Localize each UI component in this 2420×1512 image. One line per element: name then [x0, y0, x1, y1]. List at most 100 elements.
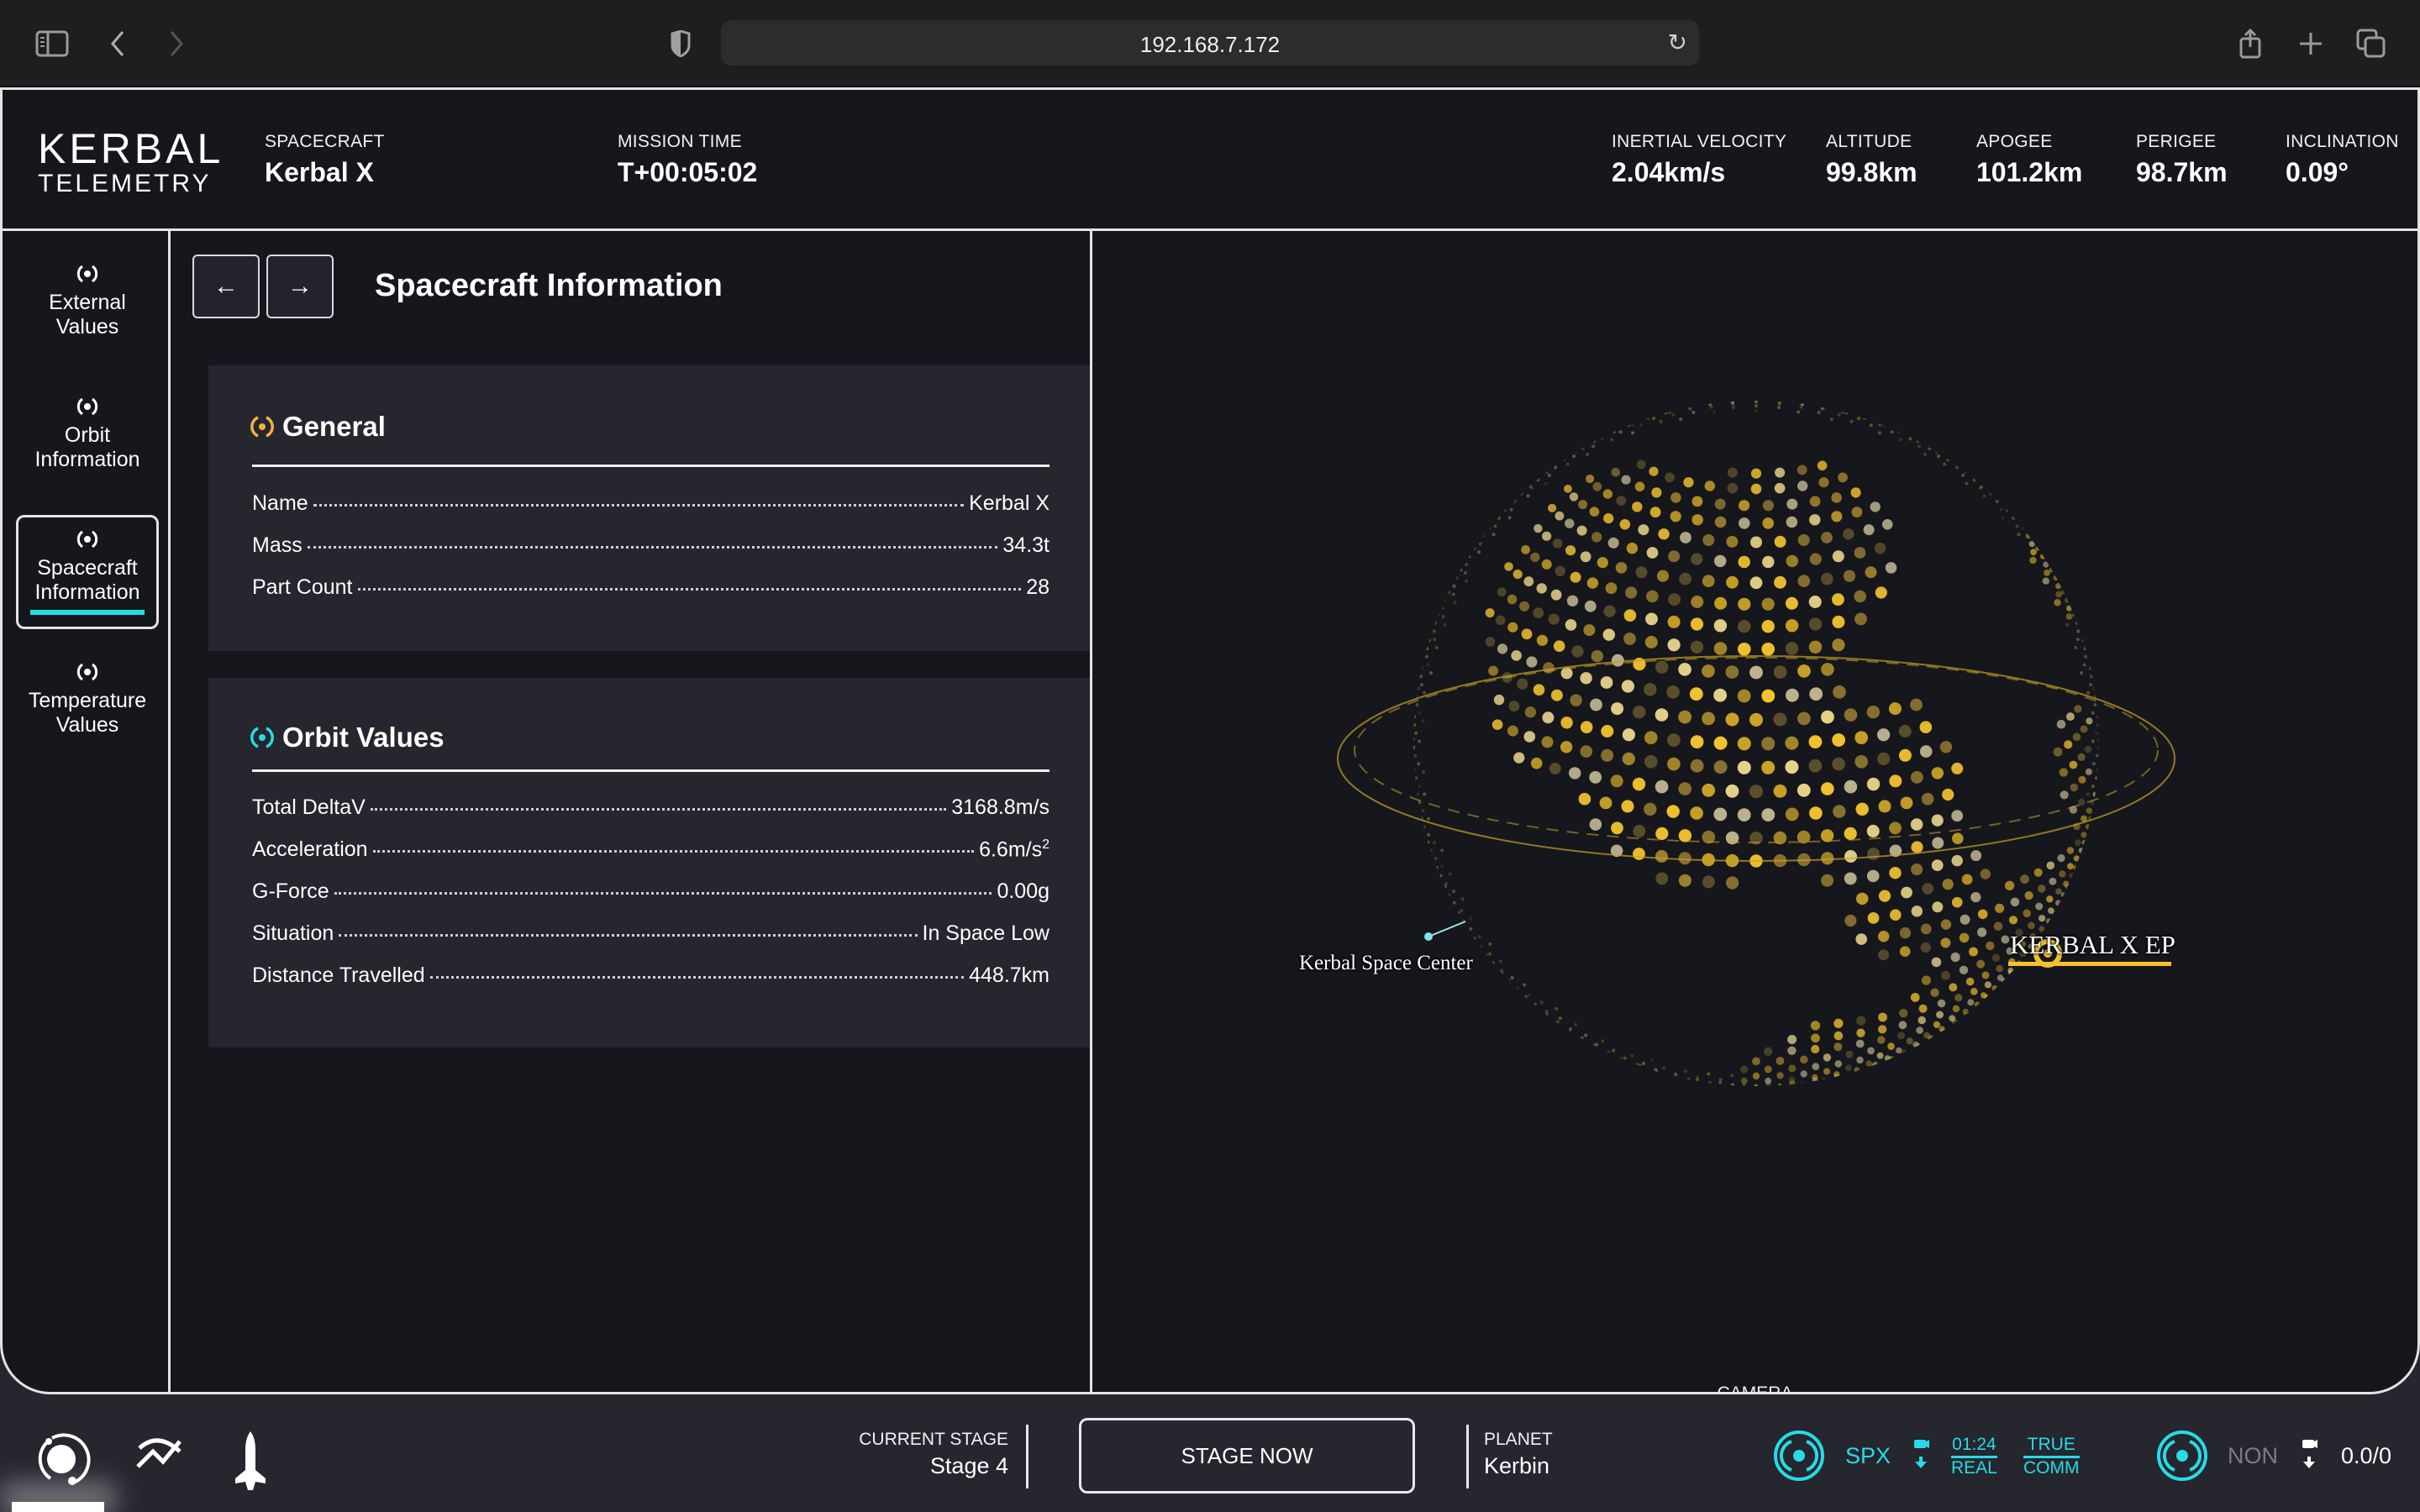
globe-dot — [1434, 866, 1439, 869]
chart-icon[interactable] — [133, 1430, 192, 1488]
tabs-overview-icon[interactable] — [2354, 27, 2388, 60]
globe-dot — [2024, 891, 2033, 900]
comm-mode-value: TRUE — [2023, 1435, 2080, 1458]
globe-dot — [2081, 832, 2087, 838]
globe-dots — [1413, 401, 2099, 1086]
globe-dot — [1857, 417, 1860, 421]
logo-line1: KERBAL — [38, 125, 224, 172]
globe-dot — [1910, 771, 1923, 784]
globe-dot — [1566, 595, 1579, 606]
globe-dot — [1949, 1015, 1956, 1022]
globe-dot — [2073, 865, 2079, 870]
globe-dot — [1854, 755, 1868, 769]
time-warp[interactable]: 01:24 REAL — [1951, 1435, 1997, 1478]
globe-dot — [1876, 1052, 1884, 1059]
globe-dot — [1415, 792, 1419, 796]
sidebar-item-external-values[interactable]: External Values — [16, 249, 159, 364]
globe-dot — [1586, 452, 1590, 456]
globe-dot — [1731, 406, 1735, 410]
globe-dot — [1419, 666, 1423, 670]
time-warp-mode: REAL — [1951, 1458, 1997, 1478]
globe-dot — [1713, 619, 1728, 633]
share-icon[interactable] — [2233, 27, 2267, 60]
globe-dot — [1417, 762, 1421, 766]
globe-dot — [1644, 802, 1657, 816]
sidebar-item-spacecraft-information[interactable]: Spacecraft Information — [16, 515, 159, 629]
globe-dot — [1922, 883, 1933, 895]
globe-dot — [1465, 563, 1469, 567]
globe-dot — [1460, 897, 1465, 901]
planet-stat: PLANET Kerbin — [1484, 1430, 1553, 1479]
globe-dot — [2081, 638, 2086, 643]
globe-dot — [2091, 739, 2095, 743]
globe-dot — [1800, 1070, 1807, 1078]
signal-icon[interactable] — [1773, 1430, 1825, 1486]
back-icon[interactable] — [101, 27, 134, 60]
globe-dot — [1491, 533, 1496, 537]
globe-dot — [1920, 942, 1931, 953]
comm-mode[interactable]: TRUE COMM — [2023, 1435, 2080, 1478]
globe-dot — [1935, 450, 1939, 454]
globe-view[interactable]: Kerbal Space Center KERBAL X EP CAMERA A… — [1092, 231, 2417, 1394]
sidebar-toggle-icon[interactable] — [35, 27, 69, 60]
shuttle-icon[interactable] — [225, 1430, 284, 1490]
camera-down-icon — [1912, 1438, 1929, 1476]
globe-dot — [1932, 837, 1944, 849]
globe-dot — [1959, 965, 1969, 974]
globe-dot — [1569, 492, 1579, 501]
globe-dot — [1991, 984, 1998, 991]
orbit-icon[interactable] — [32, 1430, 91, 1488]
next-button[interactable]: → — [266, 255, 334, 318]
globe-dot — [1885, 562, 1897, 574]
globe-dot — [1413, 738, 1416, 742]
globe-dot — [2092, 686, 2096, 690]
globe-dot — [1667, 733, 1681, 747]
globe-dot — [1497, 516, 1501, 520]
address-bar[interactable]: 192.168.7.172 ↻ — [721, 20, 1699, 66]
globe-dot — [1689, 687, 1703, 701]
globe-dot — [1977, 909, 1988, 920]
globe-dot — [1878, 949, 1890, 961]
globe-dot — [1898, 725, 1912, 738]
globe-dot — [1727, 467, 1738, 478]
globe-dot — [1565, 518, 1575, 528]
globe-dot — [1493, 694, 1505, 706]
card-title-text: Orbit Values — [282, 722, 445, 753]
globe-dot — [1739, 500, 1750, 512]
sidebar-item-temperature-values[interactable]: Temperature Values — [16, 648, 159, 762]
globe-dot — [1451, 592, 1455, 596]
globe-dot — [1832, 757, 1845, 771]
stat-label: INERTIAL VELOCITY — [1612, 132, 1787, 151]
dot-leader — [334, 892, 992, 895]
orbit-values-card: Orbit Values Total DeltaV 3168.8m/s Accel… — [208, 678, 1090, 1047]
globe-dot — [1786, 498, 1798, 510]
globe-dot — [1576, 525, 1587, 536]
globe-dot — [1867, 1047, 1875, 1055]
globe-dot — [1749, 785, 1763, 799]
spacecraft-label: SPACECRAFT — [265, 132, 385, 151]
globe-canvas[interactable] — [1092, 231, 2417, 1394]
forward-icon[interactable] — [160, 27, 193, 60]
shield-icon[interactable] — [664, 27, 697, 60]
globe-dot — [1951, 762, 1964, 774]
globe-dot — [1678, 874, 1691, 887]
globe-dot — [1688, 407, 1692, 411]
globe-dot — [1519, 601, 1530, 612]
globe-dot — [1762, 555, 1775, 569]
site-marker[interactable] — [1424, 932, 1433, 941]
globe-dot — [1877, 1036, 1886, 1044]
url-text[interactable]: 192.168.7.172 — [721, 32, 1699, 58]
stage-now-button[interactable]: STAGE NOW — [1079, 1418, 1415, 1494]
sidebar-item-orbit-information[interactable]: Orbit Information — [16, 382, 159, 496]
globe-dot — [1504, 562, 1513, 571]
globe-dot — [1916, 1026, 1923, 1034]
globe-dot — [1809, 514, 1821, 526]
globe-dot — [2069, 873, 2075, 879]
globe-dot — [1641, 1062, 1645, 1065]
globe-dot — [1622, 728, 1635, 742]
reload-icon[interactable]: ↻ — [1668, 29, 1687, 56]
prev-button[interactable]: ← — [192, 255, 260, 318]
globe-dot — [1507, 725, 1518, 737]
new-tab-icon[interactable] — [2294, 27, 2328, 60]
signal-icon[interactable] — [2156, 1430, 2208, 1486]
